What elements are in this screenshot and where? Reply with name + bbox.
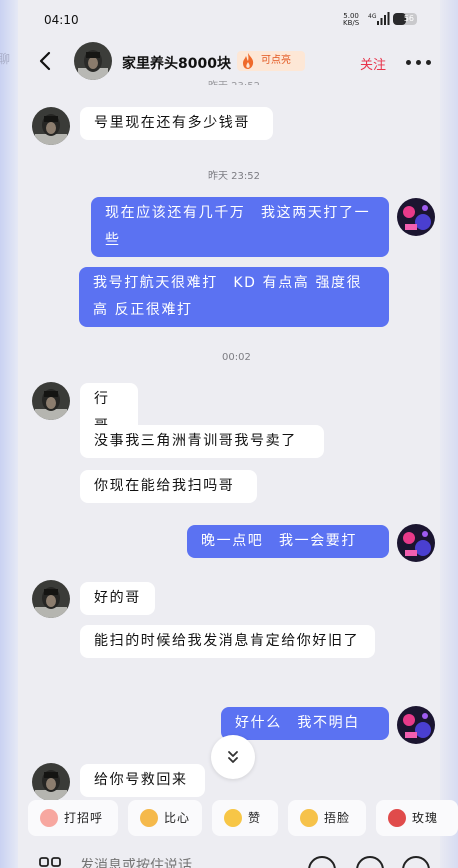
ghost-timestamp: 昨天 23:52 (208, 77, 260, 85)
header-avatar[interactable] (74, 42, 112, 80)
thumbs-up-emoji-icon (224, 809, 242, 827)
my-avatar[interactable] (397, 524, 435, 562)
message-bubble-outgoing[interactable]: 现在应该还有几千万 我这两天打了一些 (91, 197, 389, 257)
quick-reply-chip[interactable]: 打招呼 (28, 800, 118, 836)
message-bubble-outgoing[interactable]: 晚一点吧 我一会要打 (187, 525, 389, 558)
timestamp: 00:02 (222, 352, 251, 363)
double-chevron-down-icon (228, 751, 238, 763)
battery-percent: 56 (403, 14, 414, 23)
quick-reply-chip[interactable]: 玫瑰 (376, 800, 458, 836)
contact-avatar[interactable] (32, 763, 70, 801)
quick-reply-label: 捂脸 (324, 811, 351, 825)
follow-button[interactable]: 关注 (360, 54, 386, 73)
status-bar: 04:10 5.00 KB/S 4G 56 (0, 0, 458, 38)
chat-title: 家里养头8000块 (122, 56, 231, 72)
quick-reply-label: 比心 (164, 811, 191, 825)
message-bubble-incoming[interactable]: 号里现在还有多少钱哥 (80, 107, 273, 140)
contact-avatar[interactable] (32, 580, 70, 618)
message-bubble-incoming[interactable]: 能扫的时候给我发消息肯定给你好旧了 (80, 625, 375, 658)
dot (426, 60, 431, 65)
contact-avatar[interactable] (32, 107, 70, 145)
wave-emoji-icon (40, 809, 58, 827)
message-bubble-incoming[interactable]: 没事我三角洲青训哥我号卖了 (80, 425, 324, 458)
avatar-photo-icon (74, 42, 112, 80)
status-time: 04:10 (44, 13, 79, 27)
back-button[interactable] (34, 48, 58, 74)
network-speed: 5.00 KB/S (343, 13, 359, 27)
message-bubble-outgoing[interactable]: 我号打航天很难打 KD 有点高 强度很高 反正很难打 (79, 267, 389, 327)
quick-reply-bar: 打招呼 比心 赞 捂脸 玫瑰 (0, 800, 458, 838)
message-bubble-incoming[interactable]: 给你号救回来 (80, 764, 205, 797)
my-avatar[interactable] (397, 706, 435, 744)
sticker-icon[interactable] (356, 856, 384, 868)
quick-reply-chip[interactable]: 赞 (212, 800, 278, 836)
flame-icon (243, 53, 254, 69)
message-bubble-outgoing[interactable]: 好什么 我不明白 (221, 707, 389, 740)
dot (416, 60, 421, 65)
heart-hands-emoji-icon (140, 809, 158, 827)
emoji-icon[interactable] (308, 856, 336, 868)
my-avatar[interactable] (397, 198, 435, 236)
light-up-badge[interactable]: 可点亮 (237, 51, 305, 71)
quick-reply-chip[interactable]: 捂脸 (288, 800, 366, 836)
contact-avatar[interactable] (32, 382, 70, 420)
signal-label: 4G (368, 13, 377, 20)
input-bar (18, 846, 440, 868)
quick-reply-label: 打招呼 (64, 811, 104, 825)
battery-icon: 56 (393, 13, 417, 25)
quick-reply-chip[interactable]: 比心 (128, 800, 202, 836)
add-icon[interactable] (402, 856, 430, 868)
rose-emoji-icon (388, 809, 406, 827)
apps-grid-icon[interactable] (38, 856, 62, 868)
more-options-button[interactable] (406, 60, 432, 66)
facepalm-emoji-icon (300, 809, 318, 827)
signal-icon: 4G (368, 12, 390, 25)
message-bubble-incoming[interactable]: 你现在能给我扫吗哥 (80, 470, 257, 503)
dot (406, 60, 411, 65)
quick-reply-label: 赞 (248, 811, 262, 825)
timestamp: 昨天 23:52 (208, 171, 260, 182)
chat-screen: 04:10 5.00 KB/S 4G 56 聊 家里养头8000块 可点亮 关注… (0, 0, 458, 868)
scroll-to-bottom-button[interactable] (211, 735, 255, 779)
badge-label: 可点亮 (261, 55, 291, 66)
network-speed-unit: KB/S (343, 19, 360, 27)
message-bubble-incoming[interactable]: 好的哥 (80, 582, 155, 615)
message-input[interactable] (80, 858, 290, 868)
quick-reply-label: 玫瑰 (412, 811, 439, 825)
